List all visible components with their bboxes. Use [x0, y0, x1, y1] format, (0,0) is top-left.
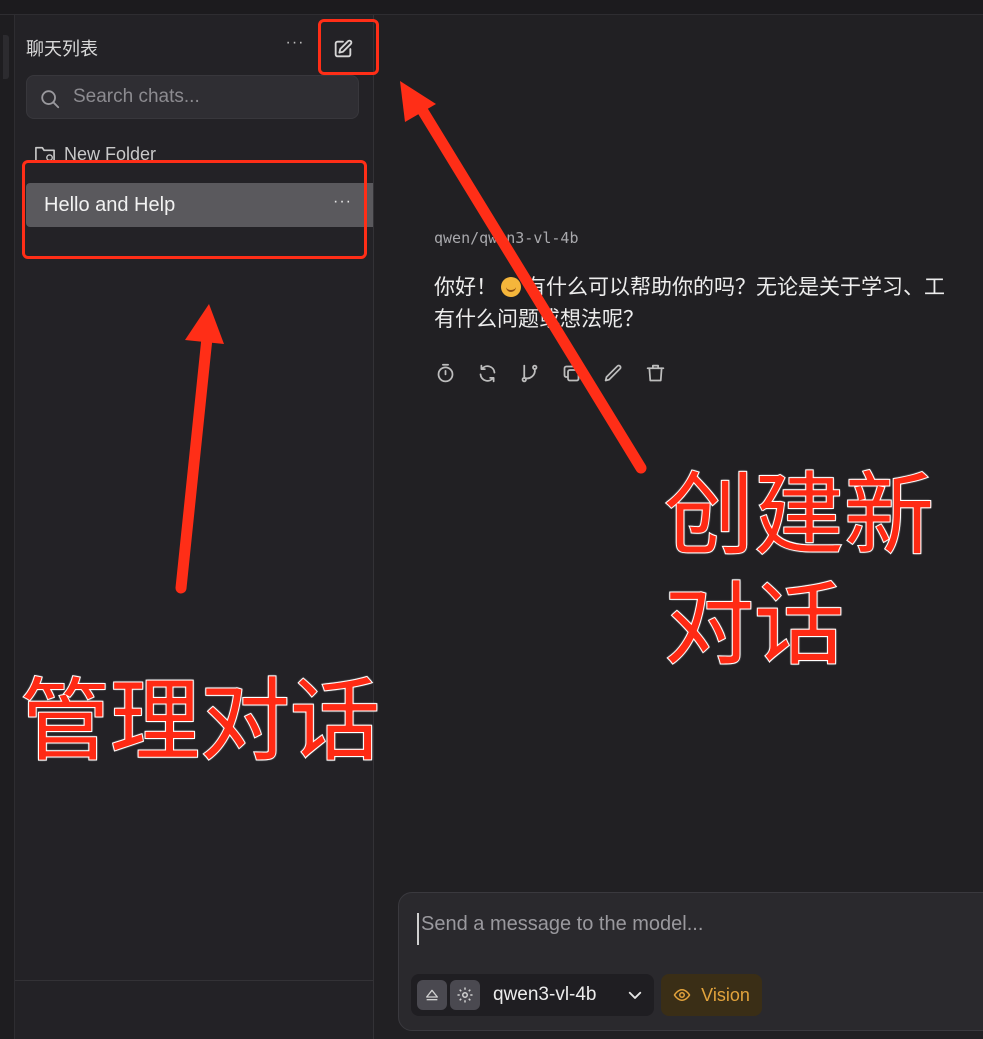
annotation-text-manage: 管理对话: [19, 668, 381, 775]
arrow-to-new-chat: [415, 102, 647, 474]
arrow-to-chat-list: [175, 332, 213, 594]
arrowhead-chat-list: [185, 304, 224, 344]
annotation-text-new-chat-2: 对话: [663, 572, 845, 679]
annotation-text-new-chat-1: 创建新: [663, 462, 935, 569]
